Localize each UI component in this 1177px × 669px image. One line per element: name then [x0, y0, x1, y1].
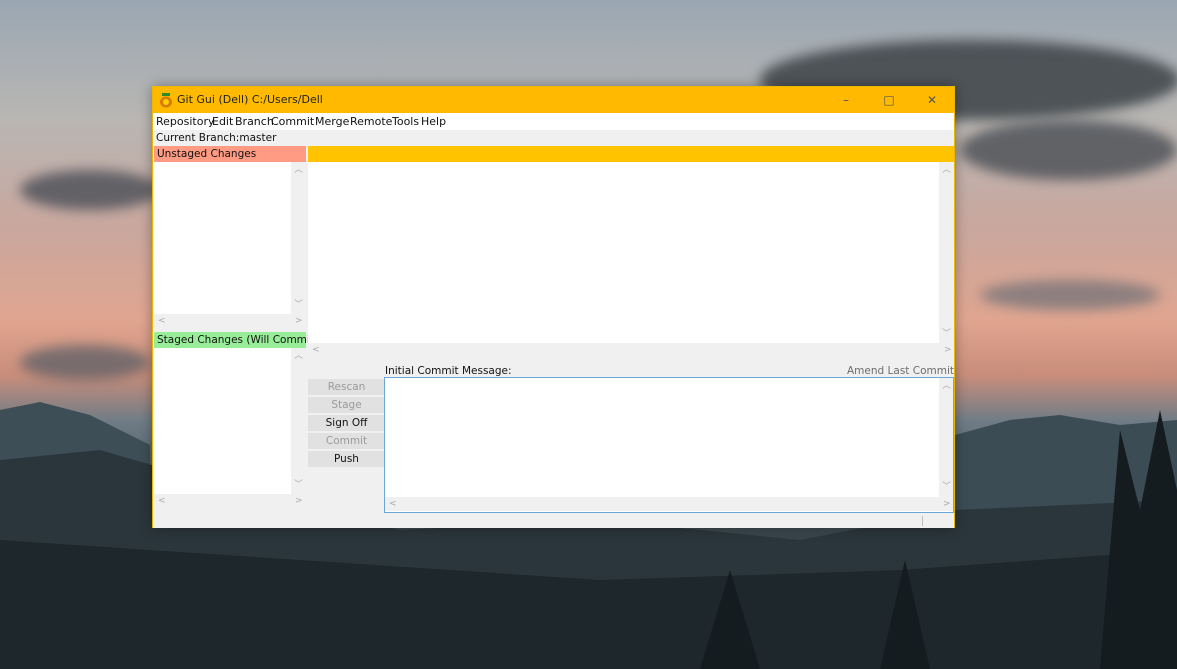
scroll-right-arrow-icon[interactable]: >: [295, 316, 303, 326]
scroll-up-arrow-icon[interactable]: ︿: [294, 351, 303, 361]
scroll-up-arrow-icon[interactable]: ︿: [294, 165, 303, 175]
unstaged-vertical-scrollbar[interactable]: ︿ ﹀: [291, 162, 305, 314]
scroll-down-arrow-icon[interactable]: ﹀: [294, 480, 303, 490]
current-branch-name: master: [239, 132, 277, 144]
scroll-down-arrow-icon[interactable]: ﹀: [942, 482, 951, 492]
diff-viewer[interactable]: [308, 162, 939, 343]
sign-off-button[interactable]: Sign Off: [308, 415, 385, 431]
diff-horizontal-scrollbar[interactable]: < >: [308, 343, 954, 357]
git-gui-app-icon: [160, 93, 172, 108]
menu-bar: Repository Edit Branch Commit Merge Remo…: [153, 113, 954, 130]
scroll-down-arrow-icon[interactable]: ﹀: [294, 300, 303, 310]
scroll-down-arrow-icon[interactable]: ﹀: [942, 329, 951, 339]
stage-changed-button[interactable]: Stage Changed: [308, 397, 385, 427]
unstaged-changes-list[interactable]: [154, 162, 291, 314]
scroll-up-arrow-icon[interactable]: ︿: [942, 165, 951, 175]
minimize-button[interactable]: –: [824, 87, 868, 113]
cloud: [20, 345, 150, 380]
commit-message-input[interactable]: ︿ ﹀ < >: [384, 377, 954, 513]
amend-last-commit-option[interactable]: Amend Last Commit: [847, 365, 954, 377]
diff-header: [308, 146, 954, 162]
cloud: [20, 170, 160, 210]
menu-branch[interactable]: Branch: [235, 115, 274, 128]
cloud: [960, 120, 1177, 180]
menu-repository[interactable]: Repository: [156, 115, 215, 128]
current-branch-label: Current Branch:: [156, 132, 240, 144]
cloud: [980, 280, 1160, 310]
window-title: Git Gui (Dell) C:/Users/Dell: [177, 93, 323, 106]
menu-tools[interactable]: Tools: [392, 115, 419, 128]
current-branch-bar: Current Branch:master: [153, 130, 954, 146]
status-bar: [153, 514, 954, 528]
scroll-left-arrow-icon[interactable]: <: [312, 345, 320, 355]
scroll-left-arrow-icon[interactable]: <: [158, 316, 166, 326]
rescan-button[interactable]: Rescan: [308, 379, 385, 395]
git-gui-window: Git Gui (Dell) C:/Users/Dell – □ ✕ Repos…: [152, 86, 955, 528]
commit-message-label: Initial Commit Message:: [385, 365, 512, 377]
scroll-left-arrow-icon[interactable]: <: [389, 499, 397, 509]
unstaged-changes-header: Unstaged Changes: [154, 146, 306, 162]
staged-horizontal-scrollbar[interactable]: < >: [154, 494, 305, 508]
menu-help[interactable]: Help: [421, 115, 446, 128]
close-button[interactable]: ✕: [910, 87, 954, 113]
push-button[interactable]: Push: [308, 451, 385, 467]
status-divider: [922, 516, 923, 526]
menu-merge[interactable]: Merge: [315, 115, 349, 128]
scroll-right-arrow-icon[interactable]: >: [943, 499, 951, 509]
scroll-left-arrow-icon[interactable]: <: [158, 496, 166, 506]
title-bar[interactable]: Git Gui (Dell) C:/Users/Dell – □ ✕: [153, 87, 954, 113]
commit-horizontal-scrollbar[interactable]: < >: [385, 497, 953, 511]
staged-vertical-scrollbar[interactable]: ︿ ﹀: [291, 348, 305, 494]
menu-remote[interactable]: Remote: [350, 115, 392, 128]
menu-commit[interactable]: Commit: [271, 115, 314, 128]
commit-vertical-scrollbar[interactable]: ︿ ﹀: [939, 378, 953, 497]
commit-button[interactable]: Commit: [308, 433, 385, 449]
maximize-button[interactable]: □: [867, 87, 911, 113]
scroll-right-arrow-icon[interactable]: >: [295, 496, 303, 506]
staged-changes-list[interactable]: [154, 348, 291, 494]
staged-changes-header: Staged Changes (Will Commit): [154, 332, 318, 348]
scroll-right-arrow-icon[interactable]: >: [944, 345, 952, 355]
menu-edit[interactable]: Edit: [212, 115, 233, 128]
scroll-up-arrow-icon[interactable]: ︿: [942, 381, 951, 391]
unstaged-horizontal-scrollbar[interactable]: < >: [154, 314, 305, 328]
diff-vertical-scrollbar[interactable]: ︿ ﹀: [939, 162, 953, 343]
